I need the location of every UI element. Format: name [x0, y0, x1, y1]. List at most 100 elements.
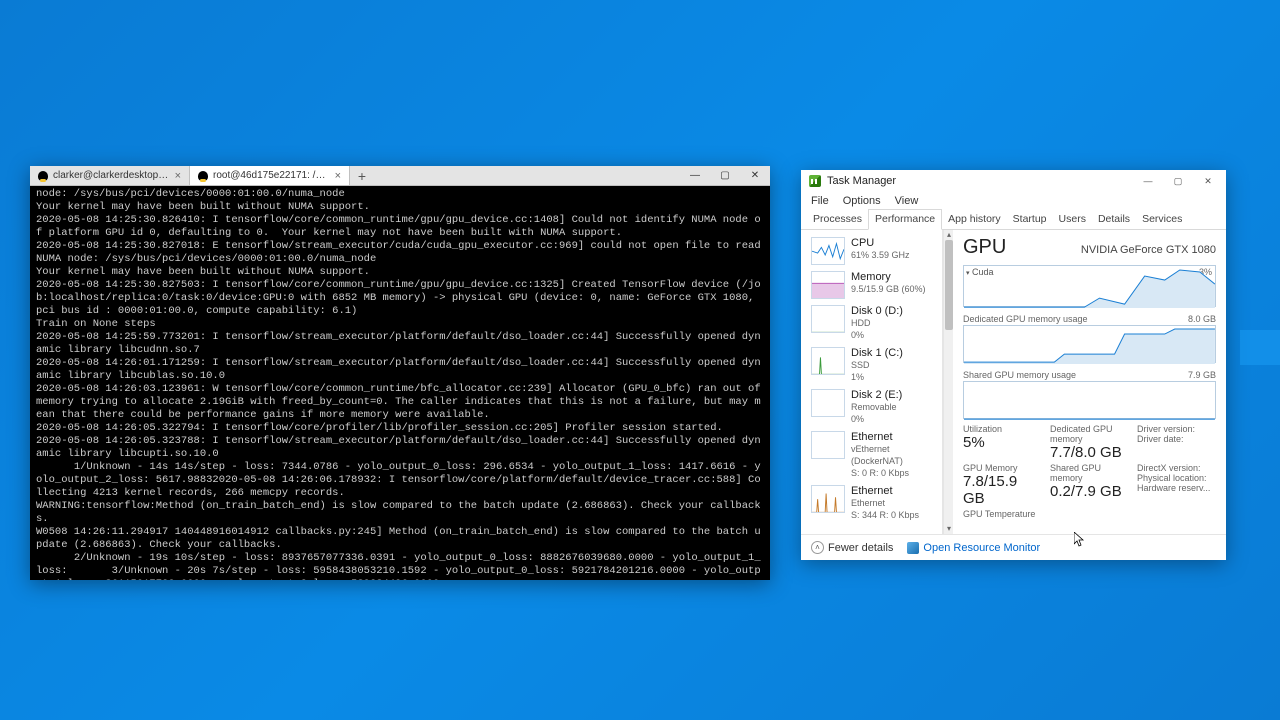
dedicated-memory-chart[interactable] — [963, 325, 1216, 363]
shared-mem-cap: 7.9 GB — [1188, 370, 1216, 380]
close-icon[interactable]: × — [175, 170, 181, 182]
shared-label: Shared GPU memory — [1050, 463, 1129, 483]
sidebar-eth0-title: Ethernet — [851, 431, 938, 443]
shared-memory-chart[interactable] — [963, 381, 1216, 419]
tab-users[interactable]: Users — [1053, 210, 1092, 229]
sidebar-item-disk1[interactable]: Disk 1 (C:) SSD 1% — [807, 344, 942, 386]
sidebar-disk2-sub2: 0% — [851, 413, 902, 425]
open-resource-monitor-label: Open Resource Monitor — [923, 542, 1040, 554]
chevron-up-icon: ˄ — [811, 541, 824, 554]
sidebar-disk2-title: Disk 2 (E:) — [851, 389, 902, 401]
sidebar-item-ethernet-docker[interactable]: Ethernet vEthernet (DockerNAT) S: 0 R: 0… — [807, 428, 942, 482]
eth1-sparkline — [811, 485, 845, 513]
sidebar-cpu-title: CPU — [851, 237, 910, 249]
tab-row: Processes Performance App history Startu… — [801, 210, 1226, 230]
tab-performance[interactable]: Performance — [868, 209, 942, 230]
sidebar-disk1-sub1: SSD — [851, 359, 903, 371]
gpumem-value: 7.8/15.9 GB — [963, 473, 1042, 507]
maximize-button[interactable]: ▢ — [1164, 172, 1192, 190]
close-icon[interactable]: × — [335, 170, 341, 182]
memory-sparkline — [811, 271, 845, 299]
gpu-heading: GPU — [963, 236, 1006, 259]
performance-body: CPU 61% 3.59 GHz Memory 9.5/15.9 GB (60%… — [801, 230, 1226, 534]
terminal-tab-1-label: clarker@clarkerdesktop: /mnt/c — [53, 170, 170, 181]
scroll-up-icon[interactable]: ▴ — [944, 230, 954, 240]
terminal-output[interactable]: node: /sys/bus/pci/devices/0000:01:00.0/… — [30, 186, 770, 580]
sidebar-disk0-sub2: 0% — [851, 329, 903, 341]
sidebar-scrollbar[interactable]: ▴ ▾ — [943, 230, 953, 534]
sidebar-memory-title: Memory — [851, 271, 926, 283]
right-3: Physical location: — [1137, 473, 1216, 483]
minimize-button[interactable]: — — [1134, 172, 1162, 190]
util-label: Utilization — [963, 424, 1042, 434]
terminal-tab-1[interactable]: clarker@clarkerdesktop: /mnt/c × — [30, 166, 190, 185]
scroll-down-icon[interactable]: ▾ — [944, 524, 954, 534]
shared-mem-label: Shared GPU memory usage — [963, 370, 1076, 380]
right-4: Hardware reserv... — [1137, 483, 1216, 493]
terminal-tab-2[interactable]: root@46d175e22171: /mnt/c/U: × — [190, 166, 350, 185]
tux-icon — [198, 171, 208, 181]
sidebar-item-disk0[interactable]: Disk 0 (D:) HDD 0% — [807, 302, 942, 344]
cuda-chart[interactable]: ▾ Cuda 3% — [963, 265, 1216, 307]
gpu-stats: Utilization 5% Dedicated GPU memory 7.7/… — [963, 424, 1216, 507]
window-title: Task Manager — [827, 175, 896, 187]
sidebar-disk1-title: Disk 1 (C:) — [851, 347, 903, 359]
cpu-sparkline — [811, 237, 845, 265]
ded-label: Dedicated GPU memory — [1050, 424, 1129, 444]
gpu-name: NVIDIA GeForce GTX 1080 — [1081, 244, 1216, 256]
tab-details[interactable]: Details — [1092, 210, 1136, 229]
sidebar-disk2-sub1: Removable — [851, 401, 902, 413]
titlebar[interactable]: Task Manager — ▢ ✕ — [801, 170, 1226, 192]
window-controls: — ▢ ✕ — [680, 166, 770, 185]
maximize-button[interactable]: ▢ — [710, 166, 740, 185]
menubar: File Options View — [801, 192, 1226, 210]
close-button[interactable]: ✕ — [1194, 172, 1222, 190]
right-2: DirectX version: — [1137, 463, 1216, 473]
close-button[interactable]: ✕ — [740, 166, 770, 185]
task-manager-footer: ˄ Fewer details Open Resource Monitor — [801, 534, 1226, 560]
scroll-thumb[interactable] — [945, 240, 953, 330]
performance-sidebar: CPU 61% 3.59 GHz Memory 9.5/15.9 GB (60%… — [801, 230, 943, 534]
eth0-sparkline — [811, 431, 845, 459]
ded-mem-cap: 8.0 GB — [1188, 314, 1216, 324]
ded-value: 7.7/8.0 GB — [1050, 444, 1129, 461]
sidebar-cpu-sub: 61% 3.59 GHz — [851, 249, 910, 261]
tab-startup[interactable]: Startup — [1007, 210, 1053, 229]
util-value: 5% — [963, 434, 1042, 451]
right-1: Driver date: — [1137, 434, 1216, 444]
menu-file[interactable]: File — [811, 195, 829, 207]
sidebar-disk0-title: Disk 0 (D:) — [851, 305, 903, 317]
gpumem-label: GPU Memory — [963, 463, 1042, 473]
menu-options[interactable]: Options — [843, 195, 881, 207]
gpu-panel: GPU NVIDIA GeForce GTX 1080 ▾ Cuda 3% De… — [953, 230, 1226, 534]
tab-services[interactable]: Services — [1136, 210, 1188, 229]
fewer-details-button[interactable]: ˄ Fewer details — [811, 541, 893, 554]
gpu-temp-label: GPU Temperature — [963, 509, 1216, 519]
terminal-tabbar: clarker@clarkerdesktop: /mnt/c × root@46… — [30, 166, 770, 186]
sidebar-memory-sub: 9.5/15.9 GB (60%) — [851, 283, 926, 295]
disk2-sparkline — [811, 389, 845, 417]
sidebar-disk0-sub1: HDD — [851, 317, 903, 329]
menu-view[interactable]: View — [895, 195, 919, 207]
sidebar-item-disk2[interactable]: Disk 2 (E:) Removable 0% — [807, 386, 942, 428]
sidebar-eth1-title: Ethernet — [851, 485, 919, 497]
sidebar-eth0-sub1: vEthernet (DockerNAT) — [851, 443, 938, 467]
minimize-button[interactable]: — — [680, 166, 710, 185]
sidebar-item-cpu[interactable]: CPU 61% 3.59 GHz — [807, 234, 942, 268]
disk1-sparkline — [811, 347, 845, 375]
task-manager-window: Task Manager — ▢ ✕ File Options View Pro… — [801, 170, 1226, 560]
new-tab-button[interactable]: + — [350, 166, 374, 185]
open-resource-monitor-link[interactable]: Open Resource Monitor — [907, 542, 1040, 554]
right-0: Driver version: — [1137, 424, 1216, 434]
sidebar-item-memory[interactable]: Memory 9.5/15.9 GB (60%) — [807, 268, 942, 302]
shared-value: 0.2/7.9 GB — [1050, 483, 1129, 500]
sidebar-disk1-sub2: 1% — [851, 371, 903, 383]
fewer-details-label: Fewer details — [828, 542, 893, 554]
terminal-window: clarker@clarkerdesktop: /mnt/c × root@46… — [30, 166, 770, 580]
tab-processes[interactable]: Processes — [807, 210, 868, 229]
sidebar-eth0-sub2: S: 0 R: 0 Kbps — [851, 467, 938, 479]
tab-app-history[interactable]: App history — [942, 210, 1007, 229]
window-controls: — ▢ ✕ — [1134, 172, 1222, 190]
sidebar-item-ethernet[interactable]: Ethernet Ethernet S: 344 R: 0 Kbps — [807, 482, 942, 524]
terminal-tab-2-label: root@46d175e22171: /mnt/c/U: — [213, 170, 330, 181]
